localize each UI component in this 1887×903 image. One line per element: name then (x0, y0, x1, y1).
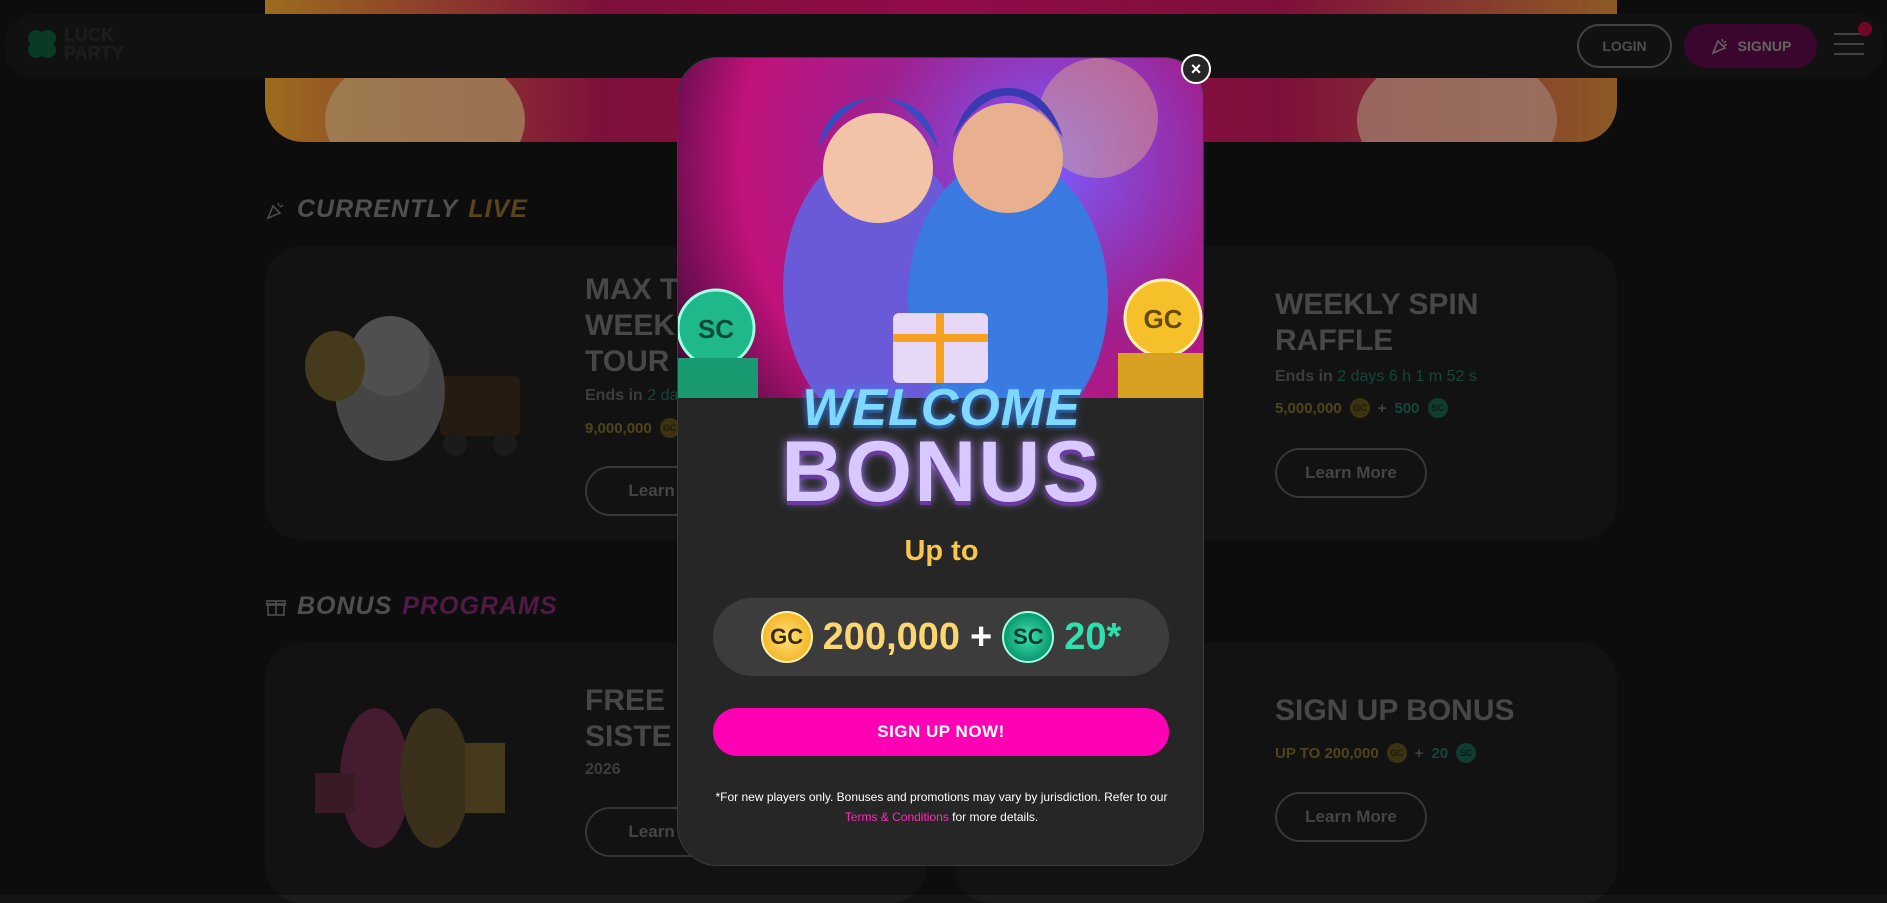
svg-text:SC: SC (698, 314, 734, 344)
gc-amount: 200,000 (822, 615, 961, 658)
terms-conditions-link[interactable]: Terms & Conditions (845, 810, 949, 824)
welcome-bonus-modal: SC GC WELCOME BONUS Up to GC 200,000 + S… (677, 57, 1204, 866)
plus-sign: + (970, 615, 993, 658)
bonus-heading: BONUS (781, 424, 1102, 520)
gc-coin-icon: GC (760, 611, 813, 663)
welcome-couple-illustration: SC GC (678, 58, 1203, 398)
up-to-label: Up to (904, 535, 979, 567)
sc-coin-icon: SC (1002, 611, 1055, 663)
sign-up-now-button[interactable]: SIGN UP NOW! (713, 708, 1169, 756)
svg-text:GC: GC (1144, 304, 1183, 334)
disclaimer-text: *For new players only. Bonuses and promo… (715, 790, 1168, 824)
close-icon[interactable]: × (1181, 54, 1211, 84)
bonus-amount-pill: GC 200,000 + SC 20* (713, 598, 1169, 676)
sc-amount: 20* (1064, 615, 1122, 658)
